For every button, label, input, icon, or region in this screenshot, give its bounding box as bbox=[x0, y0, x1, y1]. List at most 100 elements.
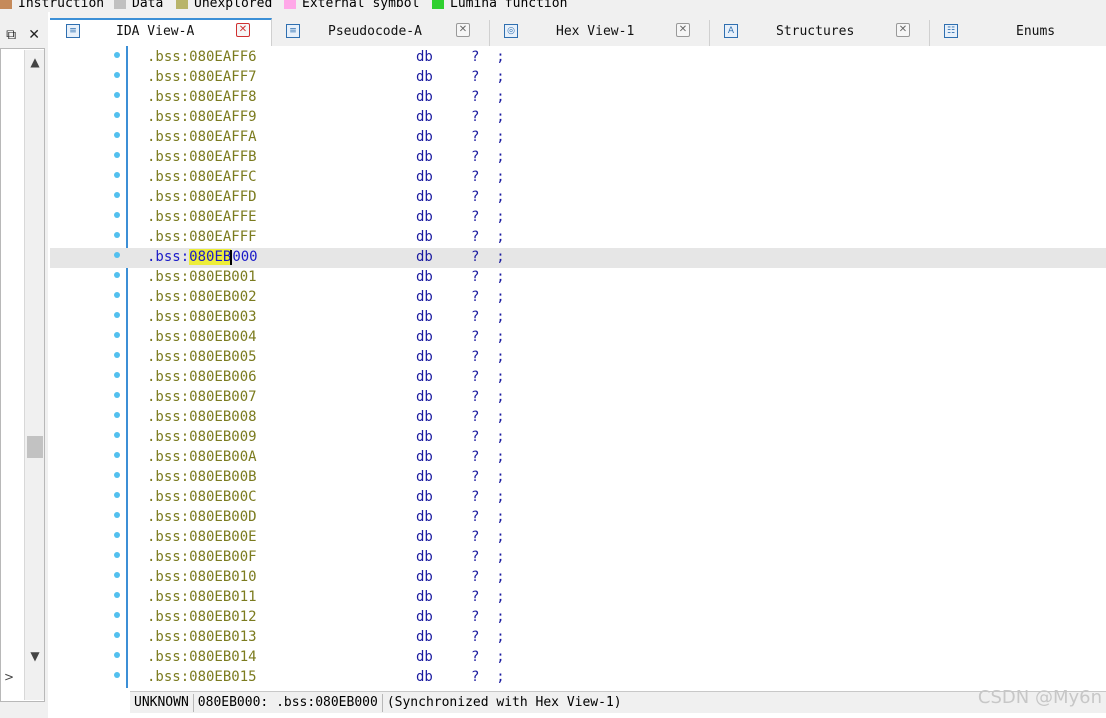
listing-row[interactable]: .bss:080EB014 db ? ; bbox=[50, 648, 1106, 668]
listing-row[interactable]: .bss:080EB002 db ? ; bbox=[50, 288, 1106, 308]
close-tab-icon[interactable]: ✕ bbox=[896, 23, 910, 37]
address-label[interactable]: .bss:080EB00D bbox=[147, 509, 257, 525]
listing-row[interactable]: .bss:080EB011 db ? ; bbox=[50, 588, 1106, 608]
listing-row[interactable]: .bss:080EB010 db ? ; bbox=[50, 568, 1106, 588]
address-label[interactable]: .bss:080EB012 bbox=[147, 609, 257, 625]
address-label[interactable]: .bss:080EB009 bbox=[147, 429, 257, 445]
breakpoint-dot[interactable] bbox=[114, 492, 120, 498]
address-label[interactable]: .bss:080EAFFE bbox=[147, 209, 257, 225]
address-label[interactable]: .bss:080EAFFC bbox=[147, 169, 257, 185]
breakpoint-dot[interactable] bbox=[114, 652, 120, 658]
listing-row[interactable]: .bss:080EAFFD db ? ; bbox=[50, 188, 1106, 208]
tab-hex-view-1[interactable]: ◎ Hex View-1 ✕ bbox=[490, 20, 710, 46]
address-label[interactable]: .bss:080EB014 bbox=[147, 649, 257, 665]
listing-row[interactable]: .bss:080EB012 db ? ; bbox=[50, 608, 1106, 628]
tab-structures[interactable]: A Structures ✕ bbox=[710, 20, 930, 46]
scroll-down-icon[interactable]: ▼ bbox=[25, 646, 45, 666]
listing-row[interactable]: .bss:080EB001 db ? ; bbox=[50, 268, 1106, 288]
address-label[interactable]: .bss:080EB000 bbox=[147, 249, 258, 265]
listing-row[interactable]: .bss:080EB004 db ? ; bbox=[50, 328, 1106, 348]
breakpoint-dot[interactable] bbox=[114, 132, 120, 138]
listing-row[interactable]: .bss:080EB00A db ? ; bbox=[50, 448, 1106, 468]
listing-row[interactable]: .bss:080EB013 db ? ; bbox=[50, 628, 1106, 648]
listing-row[interactable]: .bss:080EB00C db ? ; bbox=[50, 488, 1106, 508]
breakpoint-dot[interactable] bbox=[114, 472, 120, 478]
breakpoint-dot[interactable] bbox=[114, 572, 120, 578]
restore-window-icon[interactable]: ⧉ bbox=[6, 27, 16, 43]
address-label[interactable]: .bss:080EAFFA bbox=[147, 129, 257, 145]
breakpoint-dot[interactable] bbox=[114, 112, 120, 118]
listing-row[interactable]: .bss:080EB00F db ? ; bbox=[50, 548, 1106, 568]
listing-row[interactable]: .bss:080EB000 db ? ; bbox=[50, 248, 1106, 268]
address-label[interactable]: .bss:080EB00C bbox=[147, 489, 257, 505]
address-label[interactable]: .bss:080EAFFB bbox=[147, 149, 257, 165]
breakpoint-dot[interactable] bbox=[114, 172, 120, 178]
vertical-scrollbar[interactable]: ▲ ▼ bbox=[24, 50, 44, 700]
breakpoint-dot[interactable] bbox=[114, 92, 120, 98]
listing-row[interactable]: .bss:080EB008 db ? ; bbox=[50, 408, 1106, 428]
listing-row[interactable]: .bss:080EB003 db ? ; bbox=[50, 308, 1106, 328]
breakpoint-dot[interactable] bbox=[114, 352, 120, 358]
breakpoint-dot[interactable] bbox=[114, 232, 120, 238]
listing-row[interactable]: .bss:080EAFFC db ? ; bbox=[50, 168, 1106, 188]
listing-row[interactable]: .bss:080EAFF9 db ? ; bbox=[50, 108, 1106, 128]
listing-row[interactable]: .bss:080EB00B db ? ; bbox=[50, 468, 1106, 488]
breakpoint-dot[interactable] bbox=[114, 252, 120, 258]
listing-row[interactable]: .bss:080EAFFE db ? ; bbox=[50, 208, 1106, 228]
breakpoint-dot[interactable] bbox=[114, 292, 120, 298]
breakpoint-dot[interactable] bbox=[114, 672, 120, 678]
address-label[interactable]: .bss:080EAFFF bbox=[147, 229, 257, 245]
address-label[interactable]: .bss:080EB001 bbox=[147, 269, 257, 285]
listing-row[interactable]: .bss:080EB006 db ? ; bbox=[50, 368, 1106, 388]
breakpoint-dot[interactable] bbox=[114, 632, 120, 638]
address-label[interactable]: .bss:080EB015 bbox=[147, 669, 257, 685]
listing-row[interactable]: .bss:080EAFF8 db ? ; bbox=[50, 88, 1106, 108]
listing-row[interactable]: .bss:080EAFFA db ? ; bbox=[50, 128, 1106, 148]
listing-row[interactable]: .bss:080EAFF7 db ? ; bbox=[50, 68, 1106, 88]
address-label[interactable]: .bss:080EB00B bbox=[147, 469, 257, 485]
disassembly-listing[interactable]: .bss:080EAFF6 db? ; .bss:080EAFF7 db? ; .bss… bbox=[50, 46, 1106, 688]
breakpoint-dot[interactable] bbox=[114, 512, 120, 518]
address-label[interactable]: .bss:080EB008 bbox=[147, 409, 257, 425]
listing-row[interactable]: .bss:080EB005 db ? ; bbox=[50, 348, 1106, 368]
breakpoint-dot[interactable] bbox=[114, 152, 120, 158]
address-label[interactable]: .bss:080EB011 bbox=[147, 589, 257, 605]
tab-enums[interactable]: ☷ Enums bbox=[930, 20, 1106, 46]
address-label[interactable]: .bss:080EB006 bbox=[147, 369, 257, 385]
close-icon[interactable]: ✕ bbox=[28, 27, 40, 43]
address-label[interactable]: .bss:080EAFF7 bbox=[147, 69, 257, 85]
breakpoint-dot[interactable] bbox=[114, 412, 120, 418]
listing-row[interactable]: .bss:080EB009 db ? ; bbox=[50, 428, 1106, 448]
address-label[interactable]: .bss:080EB00E bbox=[147, 529, 257, 545]
close-tab-icon[interactable]: ✕ bbox=[456, 23, 470, 37]
address-label[interactable]: .bss:080EB002 bbox=[147, 289, 257, 305]
breakpoint-dot[interactable] bbox=[114, 532, 120, 538]
listing-row[interactable]: .bss:080EAFFB db ? ; bbox=[50, 148, 1106, 168]
address-label[interactable]: .bss:080EB004 bbox=[147, 329, 257, 345]
breakpoint-dot[interactable] bbox=[114, 192, 120, 198]
breakpoint-dot[interactable] bbox=[114, 212, 120, 218]
breakpoint-dot[interactable] bbox=[114, 372, 120, 378]
scroll-up-icon[interactable]: ▲ bbox=[25, 52, 45, 72]
breakpoint-dot[interactable] bbox=[114, 272, 120, 278]
breakpoint-dot[interactable] bbox=[114, 52, 120, 58]
breakpoint-dot[interactable] bbox=[114, 452, 120, 458]
breakpoint-dot[interactable] bbox=[114, 552, 120, 558]
address-label[interactable]: .bss:080EB00A bbox=[147, 449, 257, 465]
address-label[interactable]: .bss:080EB007 bbox=[147, 389, 257, 405]
tab-pseudocode-a[interactable]: ≡ Pseudocode-A ✕ bbox=[272, 20, 490, 46]
address-label[interactable]: .bss:080EAFF6 bbox=[147, 49, 257, 65]
breakpoint-dot[interactable] bbox=[114, 332, 120, 338]
address-label[interactable]: .bss:080EB00F bbox=[147, 549, 257, 565]
scroll-right-icon[interactable]: > bbox=[4, 670, 14, 684]
address-label[interactable]: .bss:080EAFF8 bbox=[147, 89, 257, 105]
tab-ida-view-a[interactable]: ≡ IDA View-A ✕ bbox=[50, 18, 272, 47]
address-label[interactable]: .bss:080EB013 bbox=[147, 629, 257, 645]
breakpoint-dot[interactable] bbox=[114, 612, 120, 618]
breakpoint-dot[interactable] bbox=[114, 592, 120, 598]
address-label[interactable]: .bss:080EAFF9 bbox=[147, 109, 257, 125]
listing-row[interactable]: .bss:080EB015 db ? ; bbox=[50, 668, 1106, 688]
breakpoint-dot[interactable] bbox=[114, 312, 120, 318]
listing-row[interactable]: .bss:080EB00D db ? ; bbox=[50, 508, 1106, 528]
listing-row[interactable]: .bss:080EAFFF db ? ; bbox=[50, 228, 1106, 248]
